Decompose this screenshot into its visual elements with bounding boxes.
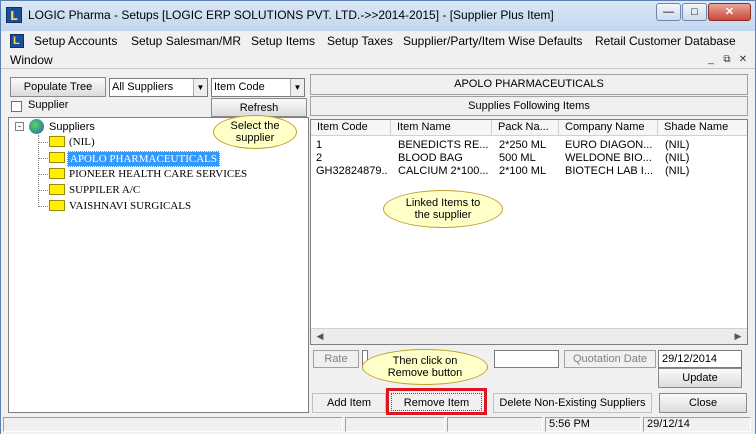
maximize-button[interactable]: □ [682,3,707,21]
menu-bar: L Setup Accounts Setup Salesman/MR Setup… [1,31,755,51]
table-row[interactable]: 1 BENEDICTS RE... 2*250 ML EURO DIAGON..… [311,139,747,151]
cell-company-name: EURO DIAGON... [565,139,653,151]
status-date: 29/12/14 [643,417,751,432]
window-title: LOGIC Pharma - Setups [LOGIC ERP SOLUTIO… [28,8,554,22]
menu-retail-customer-db[interactable]: Retail Customer Database [595,34,736,48]
cell-item-code: GH32824879... [316,165,388,177]
tree-connector [38,190,48,191]
minimize-button[interactable]: — [656,3,681,21]
cell-item-name: BLOOD BAG [398,152,463,164]
status-bar: 5:56 PM 29/12/14 [1,415,755,434]
tree-node[interactable]: VAISHNAVI SURGICALS [67,199,193,213]
tree-node-selected[interactable]: APOLO PHARMACEUTICALS [67,151,220,167]
scroll-right-icon[interactable]: ▶ [731,330,745,343]
folder-icon [49,168,65,179]
column-header-item-name[interactable]: Item Name [391,120,492,136]
supplier-filter-value: All Suppliers [112,81,174,93]
populate-tree-button[interactable]: Populate Tree [10,77,106,97]
table-row[interactable]: 2 BLOOD BAG 500 ML WELDONE BIO... (NIL) [311,152,747,164]
sort-field-select[interactable]: Item Code ▼ [211,78,305,97]
mdi-minimize-icon[interactable]: _ [703,53,719,67]
cell-company-name: BIOTECH LAB I... [565,165,654,177]
tree-connector [38,135,39,207]
sort-field-value: Item Code [214,81,265,93]
status-panel [345,417,445,432]
cell-item-name: BENEDICTS RE... [398,139,489,151]
remove-item-button[interactable]: Remove Item [391,393,482,411]
tree-connector [38,158,48,159]
cell-company-name: WELDONE BIO... [565,152,652,164]
quotation-date-label: Quotation Date [564,350,656,368]
tree-connector [38,206,48,207]
table-row[interactable]: GH32824879... CALCIUM 2*100... 2*100 ML … [311,165,747,177]
cell-item-code: 1 [316,139,323,151]
cell-shade-name: (NIL) [665,165,690,177]
cell-shade-name: (NIL) [665,152,690,164]
folder-icon [49,152,65,163]
price-input[interactable] [494,350,559,368]
supplier-checkbox[interactable] [11,101,22,112]
column-header-company-name[interactable]: Company Name [559,120,658,136]
status-time: 5:56 PM [545,417,641,432]
cell-pack-name: 2*100 ML [499,165,547,177]
close-button[interactable]: Close [659,393,747,413]
close-window-button[interactable]: ✕ [708,3,751,21]
mdi-close-icon[interactable]: ✕ [735,53,751,67]
horizontal-scrollbar[interactable]: ◀ ▶ [311,328,747,344]
tree-node[interactable]: SUPPILER A/C [67,183,142,197]
menu-setup-items[interactable]: Setup Items [251,34,315,48]
column-header-item-code[interactable]: Item Code [311,120,391,136]
chevron-down-icon[interactable]: ▼ [193,79,207,96]
cell-item-name: CALCIUM 2*100... [398,165,489,177]
tree-connector [38,142,48,143]
status-panel [3,417,343,432]
tree-root-suppliers[interactable]: Suppliers [47,120,97,134]
app-window: L LOGIC Pharma - Setups [LOGIC ERP SOLUT… [0,0,756,434]
column-header-shade-name[interactable]: Shade Name [658,120,747,136]
chevron-down-icon[interactable]: ▼ [290,79,304,96]
app-logo-icon: L [6,7,22,23]
cell-pack-name: 2*250 ML [499,139,547,151]
menu-setup-accounts[interactable]: Setup Accounts [34,34,117,48]
tree-connector [38,174,48,175]
rate-label: Rate [313,350,359,368]
remove-callout: Then click on Remove button [362,349,488,385]
mdi-restore-icon[interactable]: ⧉ [719,53,735,67]
cell-shade-name: (NIL) [665,139,690,151]
scroll-left-icon[interactable]: ◀ [313,330,327,343]
supplier-name-header: APOLO PHARMACEUTICALS [310,74,748,95]
add-item-button[interactable]: Add Item [312,393,386,413]
cell-pack-name: 500 ML [499,152,536,164]
delete-non-existing-suppliers-button[interactable]: Delete Non-Existing Suppliers [493,393,652,413]
supplies-subheader: Supplies Following Items [310,96,748,116]
linked-items-list[interactable]: Item Code Item Name Pack Na... Company N… [310,119,748,345]
menu-bar-second-row: Window _ ⧉ ✕ [1,51,755,69]
tree-node[interactable]: PIONEER HEALTH CARE SERVICES [67,167,249,181]
update-button[interactable]: Update [658,368,742,388]
cell-item-code: 2 [316,152,323,164]
column-header-pack-name[interactable]: Pack Na... [492,120,559,136]
tree-expand-toggle[interactable]: - [15,122,24,131]
status-panel [447,417,543,432]
menu-supplier-defaults[interactable]: Supplier/Party/Item Wise Defaults [403,34,582,48]
folder-icon [49,184,65,195]
mdi-child-icon[interactable]: L [10,34,24,48]
quotation-date-input[interactable]: 29/12/2014 [658,350,742,368]
select-supplier-callout: Select the supplier [213,115,297,149]
supplier-tree[interactable]: - Suppliers (NIL) APOLO PHARMACEUTICALS … [8,117,309,413]
menu-setup-salesman[interactable]: Setup Salesman/MR [131,34,241,48]
supplier-filter-select[interactable]: All Suppliers ▼ [109,78,208,97]
title-bar[interactable]: L LOGIC Pharma - Setups [LOGIC ERP SOLUT… [1,1,755,31]
linked-items-callout: Linked Items to the supplier [383,190,503,228]
folder-icon [49,136,65,147]
menu-window[interactable]: Window [10,53,53,67]
globe-icon [29,119,44,134]
folder-icon [49,200,65,211]
menu-setup-taxes[interactable]: Setup Taxes [327,34,393,48]
tree-node[interactable]: (NIL) [67,135,97,149]
supplier-checkbox-label: Supplier [28,99,69,111]
